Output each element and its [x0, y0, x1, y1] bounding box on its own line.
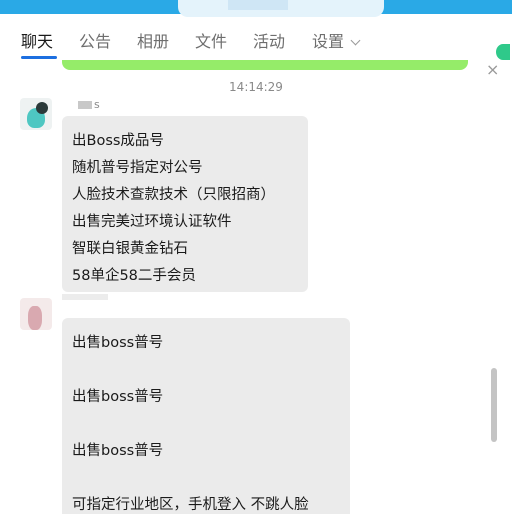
- chat-scrollbar[interactable]: [491, 368, 497, 442]
- tab-settings[interactable]: 设置: [312, 28, 361, 52]
- group-tab-bar: 聊天 公告 相册 文件 活动 设置: [0, 18, 512, 60]
- message-line: 出售完美过环境认证软件: [72, 214, 232, 230]
- message-line: 58单企58二手会员: [72, 268, 196, 284]
- message-line: 智联白银黄金钻石: [72, 241, 188, 257]
- avatar[interactable]: [20, 298, 52, 330]
- close-icon[interactable]: ×: [486, 60, 499, 79]
- previous-message-bubble: [62, 60, 468, 70]
- avatar-image: [28, 306, 42, 330]
- side-panel-toggle[interactable]: [496, 44, 510, 60]
- message-line: 人脸技术查款技术（只限招商）: [72, 187, 275, 203]
- message-bubble[interactable]: 出Boss成品号 随机普号指定对公号 人脸技术查款技术（只限招商） 出售完美过环…: [62, 116, 308, 292]
- message-line: 可指定行业地区，手机登入 不跳人脸: [72, 497, 309, 513]
- message-timestamp: 14:14:29: [229, 80, 283, 94]
- active-tab-indicator: [21, 56, 57, 59]
- message-line: 出售boss普号: [72, 443, 164, 459]
- avatar-image-detail: [36, 102, 48, 114]
- sender-name-text: s: [94, 98, 100, 111]
- chevron-down-icon: [350, 35, 361, 46]
- title-highlight: [228, 0, 288, 10]
- message-line: 随机普号指定对公号: [72, 160, 203, 176]
- tab-settings-label: 设置: [312, 32, 345, 51]
- tab-activity[interactable]: 活动: [253, 28, 285, 52]
- avatar[interactable]: [20, 98, 52, 130]
- message-line: 出售boss普号: [72, 389, 164, 405]
- tab-album[interactable]: 相册: [137, 28, 169, 52]
- sender-name: s: [78, 98, 100, 111]
- tab-announcement[interactable]: 公告: [79, 28, 111, 52]
- message-line: 出Boss成品号: [72, 133, 164, 149]
- message-line: 出售boss普号: [72, 335, 164, 351]
- redacted-name: [78, 101, 92, 109]
- chat-message-list: × 14:14:29 s 出Boss成品号 随机普号指定对公号 人脸技术查款技术…: [0, 60, 512, 514]
- tab-files[interactable]: 文件: [195, 28, 227, 52]
- redacted-sender-name: [62, 294, 108, 300]
- tab-chat[interactable]: 聊天: [21, 28, 53, 52]
- message-bubble[interactable]: 出售boss普号 出售boss普号 出售boss普号 可指定行业地区，手机登入 …: [62, 318, 350, 514]
